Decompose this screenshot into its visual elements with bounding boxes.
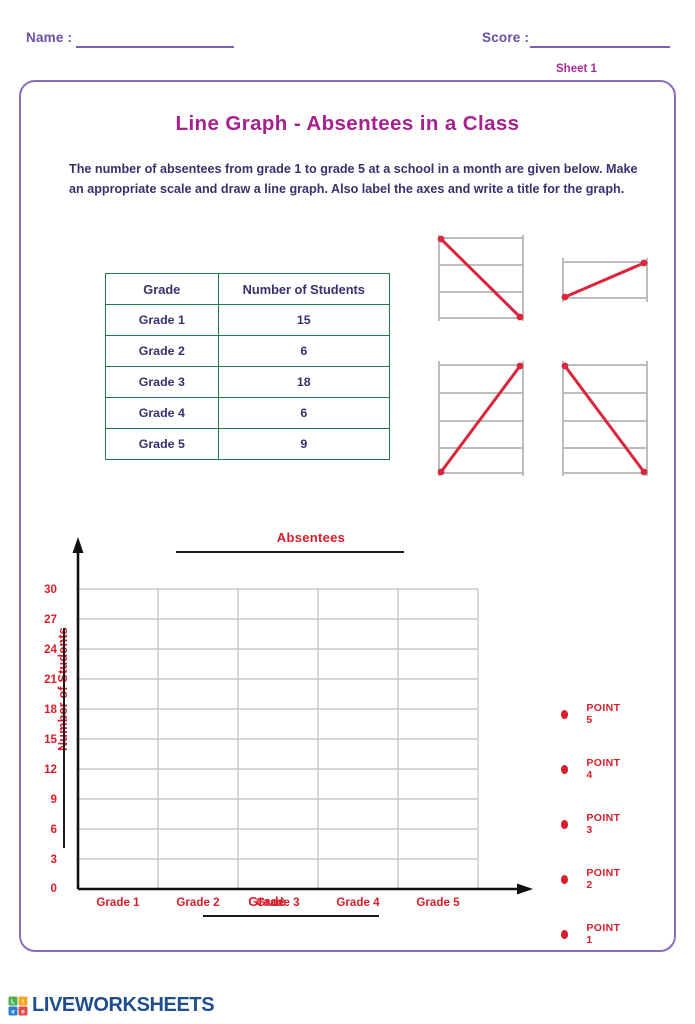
legend-label: POINT 5: [586, 702, 621, 726]
mini-graph-ascending-icon: [437, 361, 524, 476]
legend-label: POINT 4: [586, 757, 621, 781]
mini-graph-slight-ascending-icon: [561, 258, 648, 302]
point-dot-icon: [561, 764, 569, 774]
point-dot-icon: [561, 929, 569, 939]
legend-label: POINT 2: [586, 867, 621, 891]
name-label: Name :: [26, 30, 73, 45]
brand-name: LIVEWORKSHEETS: [32, 994, 215, 1016]
column-header-students: Number of Students: [217, 273, 391, 305]
table-row: Grade 4 6: [105, 397, 391, 429]
sheet-number: Sheet 1: [556, 63, 597, 75]
point-dot-icon: [561, 819, 569, 829]
y-axis-label-line: [63, 628, 65, 848]
x-tick-grade-4: Grade 4: [336, 896, 380, 909]
cell-students: 15: [217, 304, 391, 336]
y-tick-21: 21: [44, 673, 57, 686]
cell-students: 18: [217, 366, 391, 398]
cell-grade: Grade 4: [105, 397, 219, 429]
y-tick-24: 24: [44, 643, 57, 656]
cell-students: 6: [217, 397, 391, 429]
svg-text:i: i: [22, 998, 24, 1005]
legend-item[interactable]: POINT 4: [561, 757, 622, 781]
x-tick-grade-1: Grade 1: [96, 896, 140, 909]
score-label: Score :: [482, 30, 530, 45]
table-row: Grade 1 15: [105, 304, 391, 336]
svg-text:v: v: [11, 1008, 15, 1015]
legend-item[interactable]: POINT 3: [561, 812, 622, 836]
cell-grade: Grade 1: [105, 304, 219, 336]
x-axis-label-line: [203, 915, 379, 917]
legend-item[interactable]: POINT 5: [561, 702, 622, 726]
y-tick-3: 3: [50, 853, 57, 866]
point-dot-icon: [561, 709, 569, 719]
graph-title-underline: [176, 551, 404, 553]
legend-item[interactable]: POINT 2: [561, 867, 622, 891]
legend-label: POINT 3: [586, 812, 621, 836]
x-axis-line: [78, 883, 533, 895]
y-tick-12: 12: [44, 763, 57, 776]
y-tick-18: 18: [44, 703, 57, 716]
worksheet-page: Name : Score : Sheet 1 Line Graph - Abse…: [0, 0, 695, 1024]
legend-label: POINT 1: [586, 922, 621, 946]
point-dot-icon: [561, 874, 569, 884]
cell-grade: Grade 2: [105, 335, 219, 367]
y-tick-9: 9: [50, 793, 57, 806]
brand-footer[interactable]: L i v e LIVEWORKSHEETS: [8, 994, 215, 1017]
page-title: Line Graph - Absentees in a Class: [175, 112, 520, 135]
graph-title: Absentees: [276, 530, 346, 545]
legend-item[interactable]: POINT 1: [561, 922, 622, 946]
svg-text:e: e: [21, 1008, 25, 1015]
worksheet-card: Line Graph - Absentees in a Class The nu…: [19, 80, 676, 952]
liveworksheets-logo-icon: L i v e: [8, 996, 28, 1015]
y-axis-line: [72, 537, 84, 889]
cell-students: 9: [217, 428, 391, 460]
cell-students: 6: [217, 335, 391, 367]
plot-grid: [77, 588, 479, 890]
y-tick-15: 15: [44, 733, 57, 746]
table-row: Grade 3 18: [105, 366, 391, 398]
name-input-line[interactable]: [76, 46, 234, 48]
table-header-row: Grade Number of Students: [105, 273, 391, 305]
y-tick-0: 0: [50, 882, 57, 895]
cell-grade: Grade 5: [105, 428, 219, 460]
mini-graphs-group: [407, 232, 657, 507]
table-row: Grade 5 9: [105, 428, 391, 460]
mini-graph-descending-icon: [437, 235, 524, 321]
mini-graph-steep-descending-icon: [561, 361, 648, 476]
column-header-grade: Grade: [105, 273, 219, 305]
y-tick-27: 27: [44, 613, 57, 626]
data-table: Grade Number of Students Grade 1 15 Grad…: [105, 273, 391, 460]
x-tick-grade-5: Grade 5: [416, 896, 460, 909]
cell-grade: Grade 3: [105, 366, 219, 398]
y-tick-30: 30: [44, 583, 57, 596]
instructions-text: The number of absentees from grade 1 to …: [69, 162, 638, 197]
score-input-line[interactable]: [530, 46, 670, 48]
svg-text:L: L: [11, 998, 15, 1005]
x-axis-label: Grade: [248, 894, 286, 909]
table-row: Grade 2 6: [105, 335, 391, 367]
y-tick-6: 6: [50, 823, 57, 836]
